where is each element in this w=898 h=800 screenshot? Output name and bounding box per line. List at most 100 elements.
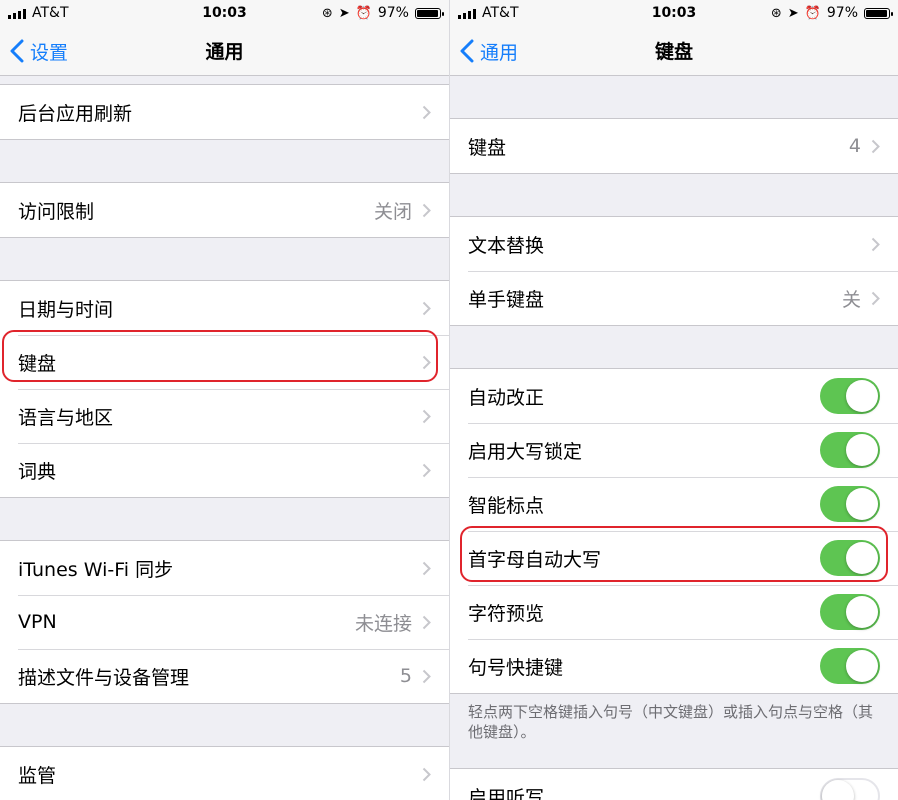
nav-bar: 通用 键盘 bbox=[450, 26, 898, 76]
period-shortcut-footnote: 轻点两下空格键插入句号（中文键盘）或插入句点与空格（其他键盘）。 bbox=[468, 703, 874, 741]
period-shortcut-switch[interactable] bbox=[820, 648, 880, 684]
row-label: 后台应用刷新 bbox=[18, 102, 133, 125]
row-value: 未连接 bbox=[354, 612, 412, 635]
row-label: 文本替换 bbox=[468, 234, 545, 257]
signal-icon bbox=[458, 8, 476, 19]
row-label: 访问限制 bbox=[18, 200, 95, 223]
back-button[interactable]: 设置 bbox=[10, 26, 68, 76]
character-preview-switch[interactable] bbox=[820, 594, 880, 630]
settings-row-smart-punctuation: 智能标点 bbox=[450, 477, 898, 531]
carrier-label: AT&T bbox=[482, 5, 519, 21]
location-icon: ➤ bbox=[338, 5, 350, 21]
smart-punctuation-switch[interactable] bbox=[820, 486, 880, 522]
settings-group: 自动改正 启用大写锁定 智能标点 首字母自动大写 字符预览 句号快捷键 bbox=[450, 368, 898, 694]
settings-row-dictionary[interactable]: 词典 bbox=[0, 443, 449, 497]
chevron-right-icon bbox=[422, 669, 431, 683]
row-label: 单手键盘 bbox=[468, 288, 545, 311]
battery-percent: 97% bbox=[377, 5, 409, 21]
chevron-right-icon bbox=[871, 291, 880, 305]
row-label: 自动改正 bbox=[468, 386, 545, 409]
row-label: iTunes Wi-Fi 同步 bbox=[18, 558, 174, 581]
chevron-right-icon bbox=[422, 409, 431, 423]
keyboard-settings-screen: AT&T 10:03 ⊛ ➤ ⏰ 97% 通用 键盘 键盘 4 文本替换 单手键… bbox=[449, 0, 898, 800]
row-label: 监管 bbox=[18, 764, 57, 787]
chevron-right-icon bbox=[422, 301, 431, 315]
settings-row-dictation: 启用听写 bbox=[450, 769, 898, 800]
settings-group: 启用听写 bbox=[450, 768, 898, 800]
battery-percent: 97% bbox=[826, 5, 858, 21]
status-bar: AT&T 10:03 ⊛ ➤ ⏰ 97% bbox=[450, 0, 898, 26]
settings-group: iTunes Wi-Fi 同步 VPN 未连接 描述文件与设备管理 5 bbox=[0, 540, 449, 704]
settings-row-itunes-wifi-sync[interactable]: iTunes Wi-Fi 同步 bbox=[0, 541, 449, 595]
back-label: 通用 bbox=[480, 41, 519, 64]
switch-knob bbox=[822, 780, 854, 800]
settings-row-language-region[interactable]: 语言与地区 bbox=[0, 389, 449, 443]
row-label: 键盘 bbox=[468, 136, 507, 159]
auto-correction-switch[interactable] bbox=[820, 378, 880, 414]
settings-row-profiles[interactable]: 描述文件与设备管理 5 bbox=[0, 649, 449, 703]
battery-icon bbox=[864, 7, 893, 19]
row-label: 首字母自动大写 bbox=[468, 548, 602, 571]
status-bar: AT&T 10:03 ⊛ ➤ ⏰ 97% bbox=[0, 0, 449, 26]
chevron-right-icon bbox=[422, 767, 431, 781]
settings-group: 后台应用刷新 bbox=[0, 84, 449, 140]
row-label: 描述文件与设备管理 bbox=[18, 666, 190, 689]
rotation-lock-icon: ⊛ bbox=[770, 5, 782, 21]
row-value: 4 bbox=[848, 135, 861, 157]
nav-bar: 设置 通用 bbox=[0, 26, 449, 76]
row-label: VPN bbox=[18, 611, 57, 633]
battery-icon bbox=[414, 7, 444, 19]
back-label: 设置 bbox=[30, 41, 69, 64]
auto-capitalization-switch[interactable] bbox=[820, 540, 880, 576]
page-title: 通用 bbox=[205, 41, 244, 63]
settings-group: 键盘 4 bbox=[450, 118, 898, 174]
chevron-right-icon bbox=[422, 561, 431, 575]
switch-knob bbox=[846, 542, 878, 574]
settings-row-vpn[interactable]: VPN 未连接 bbox=[0, 595, 449, 649]
status-time: 10:03 bbox=[651, 5, 697, 21]
row-label: 日期与时间 bbox=[18, 298, 114, 321]
row-label: 字符预览 bbox=[468, 602, 545, 625]
settings-row-period-shortcut: 句号快捷键 bbox=[450, 639, 898, 693]
settings-row-one-handed-keyboard[interactable]: 单手键盘 关 bbox=[450, 271, 898, 325]
row-label: 句号快捷键 bbox=[468, 656, 564, 679]
settings-group: 日期与时间 键盘 语言与地区 词典 bbox=[0, 280, 449, 498]
settings-row-auto-correction: 自动改正 bbox=[450, 369, 898, 423]
settings-group: 监管 bbox=[0, 746, 449, 800]
chevron-left-icon bbox=[460, 39, 474, 63]
settings-row-keyboards[interactable]: 键盘 4 bbox=[450, 119, 898, 173]
settings-row-background-refresh[interactable]: 后台应用刷新 bbox=[0, 85, 449, 139]
settings-row-keyboard[interactable]: 键盘 bbox=[0, 335, 449, 389]
switch-knob bbox=[846, 380, 878, 412]
chevron-right-icon bbox=[422, 463, 431, 477]
settings-row-supervision[interactable]: 监管 bbox=[0, 747, 449, 800]
chevron-right-icon bbox=[871, 139, 880, 153]
settings-row-restrictions[interactable]: 访问限制 关闭 bbox=[0, 183, 449, 237]
caps-lock-switch[interactable] bbox=[820, 432, 880, 468]
switch-knob bbox=[846, 488, 878, 520]
settings-group: 访问限制 关闭 bbox=[0, 182, 449, 238]
row-label: 智能标点 bbox=[468, 494, 545, 517]
location-icon: ➤ bbox=[787, 5, 799, 21]
rotation-lock-icon: ⊛ bbox=[321, 5, 333, 21]
signal-icon bbox=[8, 8, 26, 19]
row-value: 关 bbox=[841, 288, 861, 311]
chevron-right-icon bbox=[422, 615, 431, 629]
settings-row-text-replacement[interactable]: 文本替换 bbox=[450, 217, 898, 271]
row-label: 启用听写 bbox=[468, 786, 545, 800]
row-label: 词典 bbox=[18, 460, 57, 483]
settings-row-auto-capitalization: 首字母自动大写 bbox=[450, 531, 898, 585]
row-value: 5 bbox=[399, 665, 412, 687]
row-label: 语言与地区 bbox=[18, 406, 114, 429]
row-value: 关闭 bbox=[373, 200, 412, 223]
settings-row-character-preview: 字符预览 bbox=[450, 585, 898, 639]
settings-group: 文本替换 单手键盘 关 bbox=[450, 216, 898, 326]
settings-row-date-time[interactable]: 日期与时间 bbox=[0, 281, 449, 335]
general-settings-screen: AT&T 10:03 ⊛ ➤ ⏰ 97% 设置 通用 后台应用刷新 访问限制 关… bbox=[0, 0, 449, 800]
chevron-right-icon bbox=[422, 203, 431, 217]
switch-knob bbox=[846, 596, 878, 628]
dictation-switch[interactable] bbox=[820, 778, 880, 800]
back-button[interactable]: 通用 bbox=[460, 26, 518, 76]
carrier-label: AT&T bbox=[32, 5, 69, 21]
chevron-right-icon bbox=[871, 237, 880, 251]
